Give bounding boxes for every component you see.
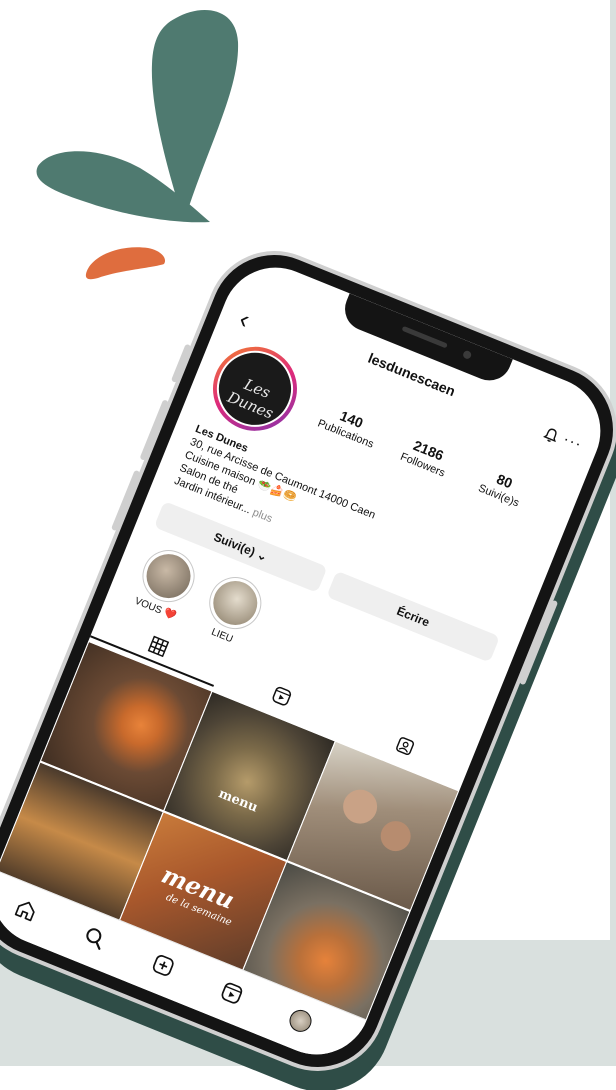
- right-edge-band: [610, 0, 616, 1066]
- splash-logo-icon: [36, 9, 239, 280]
- highlight-thumbnail: [206, 574, 264, 632]
- avatar-logo-text: Les Dunes: [224, 375, 277, 423]
- stat-following[interactable]: 80 Suivi(e)s: [463, 460, 541, 515]
- stat-followers[interactable]: 2186 Followers: [387, 429, 465, 484]
- phone-side-button: [170, 343, 192, 383]
- person-figure: [376, 816, 416, 856]
- post-overlay-text: menu: [216, 786, 260, 816]
- tagged-icon[interactable]: [393, 734, 416, 757]
- camera: [461, 349, 473, 361]
- highlight-lieu[interactable]: LIEU: [192, 568, 273, 653]
- profile-avatar[interactable]: [286, 1006, 315, 1036]
- reels-icon[interactable]: [218, 979, 247, 1008]
- reels-icon[interactable]: [270, 685, 293, 708]
- speaker: [401, 325, 448, 349]
- highlight-thumbnail: [139, 547, 198, 605]
- posts-grid-icon[interactable]: [147, 635, 170, 658]
- profile-avatar: Les Dunes: [205, 339, 305, 439]
- home-icon[interactable]: [12, 896, 41, 925]
- profile-avatar-ring[interactable]: Les Dunes: [200, 334, 310, 444]
- add-post-icon[interactable]: [149, 951, 178, 980]
- highlight-vous[interactable]: VOUS ❤️: [125, 541, 206, 626]
- stat-publications[interactable]: 140 Publications: [307, 397, 391, 454]
- search-icon[interactable]: [80, 923, 109, 952]
- person-figure: [338, 784, 383, 829]
